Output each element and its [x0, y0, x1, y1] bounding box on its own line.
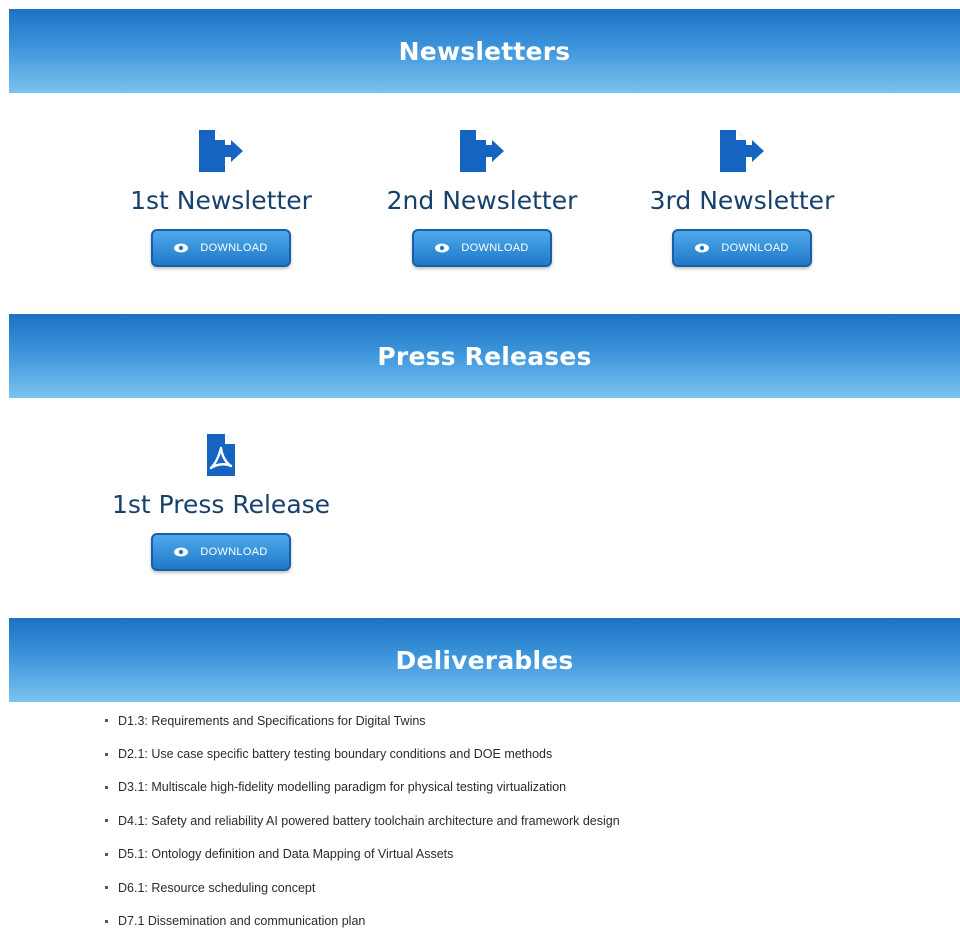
- download-label: DOWNLOAD: [200, 242, 268, 254]
- bullet: [105, 819, 108, 823]
- bullet: [105, 852, 108, 856]
- file-export-icon[interactable]: [718, 130, 766, 172]
- eye-icon: [174, 547, 189, 557]
- newsletter-card-3: 3rd Newsletter DOWNLOAD: [612, 130, 872, 267]
- deliverable-item[interactable]: D3.1: Multiscale high-fidelity modelling…: [100, 771, 620, 804]
- download-button-newsletter-2[interactable]: DOWNLOAD: [412, 229, 552, 267]
- bullet: [105, 886, 108, 890]
- deliverable-label: D1.3: Requirements and Specifications fo…: [118, 713, 426, 728]
- newsletter-card-2: 2nd Newsletter DOWNLOAD: [352, 130, 612, 267]
- file-export-icon[interactable]: [458, 130, 506, 172]
- file-export-icon[interactable]: [197, 130, 245, 172]
- eye-icon: [435, 243, 450, 253]
- deliverable-label: D6.1: Resource scheduling concept: [118, 880, 316, 895]
- newsletter-title-2: 2nd Newsletter: [386, 186, 578, 215]
- bullet: [105, 752, 108, 756]
- download-label: DOWNLOAD: [200, 546, 268, 558]
- download-button-newsletter-1[interactable]: DOWNLOAD: [151, 229, 291, 267]
- deliverables-heading: Deliverables: [395, 645, 574, 675]
- press-release-title-1: 1st Press Release: [111, 490, 331, 519]
- newsletters-heading: Newsletters: [398, 36, 571, 66]
- press-releases-banner: Press Releases: [9, 314, 960, 398]
- deliverable-label: D5.1: Ontology definition and Data Mappi…: [118, 847, 454, 862]
- newsletter-title-1: 1st Newsletter: [130, 186, 312, 215]
- press-releases-heading: Press Releases: [377, 341, 592, 371]
- deliverable-label: D2.1: Use case specific battery testing …: [118, 747, 553, 762]
- newsletter-card-1: 1st Newsletter DOWNLOAD: [91, 130, 351, 267]
- deliverables-list: D1.3: Requirements and Specifications fo…: [100, 704, 620, 938]
- newsletter-title-3: 3rd Newsletter: [649, 186, 835, 215]
- deliverable-item[interactable]: D2.1: Use case specific battery testing …: [100, 737, 620, 770]
- deliverable-label: D7.1 Dissemination and communication pla…: [118, 914, 366, 929]
- bullet: [105, 719, 108, 723]
- bullet: [105, 919, 108, 923]
- deliverable-item[interactable]: D5.1: Ontology definition and Data Mappi…: [100, 838, 620, 871]
- deliverables-banner: Deliverables: [9, 618, 960, 702]
- deliverable-item[interactable]: D1.3: Requirements and Specifications fo…: [100, 704, 620, 737]
- press-release-card-1: 1st Press Release DOWNLOAD: [91, 434, 351, 571]
- deliverable-label: D3.1: Multiscale high-fidelity modelling…: [118, 780, 567, 795]
- eye-icon: [695, 243, 710, 253]
- file-pdf-icon[interactable]: [197, 434, 245, 476]
- download-label: DOWNLOAD: [721, 242, 789, 254]
- deliverable-item[interactable]: D7.1 Dissemination and communication pla…: [100, 904, 620, 937]
- download-label: DOWNLOAD: [461, 242, 529, 254]
- newsletters-banner: Newsletters: [9, 9, 960, 93]
- download-button-press-release-1[interactable]: DOWNLOAD: [151, 533, 291, 571]
- deliverable-item[interactable]: D6.1: Resource scheduling concept: [100, 871, 620, 904]
- download-button-newsletter-3[interactable]: DOWNLOAD: [672, 229, 812, 267]
- deliverable-label: D4.1: Safety and reliability AI powered …: [118, 813, 620, 828]
- eye-icon: [174, 243, 189, 253]
- bullet: [105, 785, 108, 789]
- deliverable-item[interactable]: D4.1: Safety and reliability AI powered …: [100, 804, 620, 837]
